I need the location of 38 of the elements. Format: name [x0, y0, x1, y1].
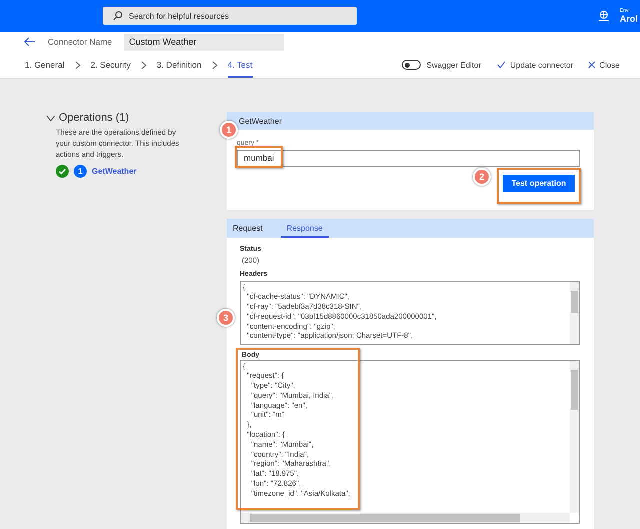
chevron-right-icon	[74, 60, 81, 70]
search-icon	[113, 11, 123, 21]
step-tab[interactable]: 2. Security	[90, 52, 131, 78]
search-field[interactable]: Search for helpful resources	[103, 7, 357, 25]
scrollbar[interactable]	[570, 282, 579, 344]
number-badge: 1	[74, 165, 87, 178]
step-tab[interactable]: 1. General	[25, 52, 65, 78]
step-tab[interactable]: 3. Definition	[156, 52, 202, 78]
chevron-right-icon	[212, 60, 218, 70]
step-marker: 1	[220, 121, 238, 139]
scrollbar[interactable]	[570, 360, 579, 512]
close-icon	[588, 61, 596, 69]
operations-title: Operations (1)	[59, 112, 130, 124]
back-arrow-icon[interactable]	[24, 37, 36, 47]
operation-link[interactable]: GetWeather	[92, 167, 137, 176]
query-field[interactable]: mumbai	[237, 150, 580, 166]
body-text-area[interactable]	[240, 360, 580, 524]
step-marker: 2	[473, 168, 491, 186]
environment-name[interactable]: Arol	[620, 14, 638, 24]
step-tab[interactable]: 4. Test	[228, 52, 253, 78]
chevron-down-icon[interactable]	[46, 114, 56, 122]
close-button[interactable]: Close	[588, 60, 620, 70]
response-tab[interactable]: Request	[233, 218, 263, 238]
card-title: GetWeather	[239, 116, 282, 126]
step-marker: 3	[217, 308, 235, 326]
connector-name-label: Connector Name	[48, 37, 112, 47]
scrollbar[interactable]	[241, 512, 570, 522]
highlight-box	[235, 146, 283, 168]
chevron-right-icon	[140, 60, 147, 70]
check-icon	[497, 61, 506, 69]
toggle-switch[interactable]	[402, 60, 421, 70]
environment-icon[interactable]	[598, 10, 610, 22]
search-input[interactable]: Search for helpful resources	[129, 12, 329, 20]
connector-name-field[interactable]: Custom Weather	[124, 34, 284, 50]
test-operation-button[interactable]: Test operation	[503, 174, 575, 192]
swagger-editor-label: Swagger Editor	[426, 60, 482, 70]
response-tab[interactable]: Response	[280, 218, 329, 238]
update-connector-button[interactable]: Update connector	[497, 60, 574, 70]
